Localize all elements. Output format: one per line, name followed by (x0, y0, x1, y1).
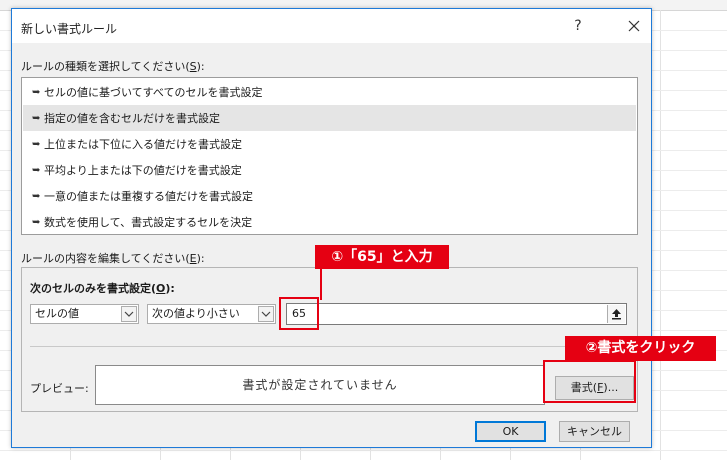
value-highlight-box (279, 297, 319, 330)
arrow-bullet-icon: ➥ (32, 112, 41, 124)
operator-select[interactable]: 次の値より小さい (147, 304, 276, 324)
operator-select-value: 次の値より小さい (152, 307, 240, 320)
step2-callout: ②書式をクリック (565, 336, 716, 361)
rule-type-item-selected[interactable]: ➥ 指定の値を含むセルだけを書式設定 (23, 105, 636, 131)
range-select-button[interactable] (607, 305, 625, 323)
rule-type-label: ルールの種類を選択してください(S): (21, 58, 205, 74)
close-button[interactable] (623, 15, 645, 37)
rule-type-item-label: 平均より上または下の値だけを書式設定 (44, 164, 242, 177)
rule-edit-label: ルールの内容を編集してください(E): (21, 250, 205, 266)
rule-type-item-label: セルの値に基づいてすべてのセルを書式設定 (44, 86, 263, 99)
cancel-button[interactable]: キャンセル (559, 421, 630, 442)
arrow-bullet-icon: ➥ (32, 86, 41, 98)
rule-type-item[interactable]: ➥ 数式を使用して、書式設定するセルを決定 (23, 209, 636, 235)
rule-type-label-text: ルールの種類を選択してください( (21, 60, 190, 73)
rule-type-item-label: 一意の値または重複する値だけを書式設定 (44, 190, 253, 203)
condition-label-suffix: ): (165, 282, 175, 295)
grid-line (660, 10, 661, 460)
rule-type-label-accesskey: S (189, 60, 197, 73)
callout-connector (320, 268, 322, 300)
rule-type-item[interactable]: ➥ 平均より上または下の値だけを書式設定 (23, 157, 636, 183)
ok-button[interactable]: OK (475, 421, 546, 442)
arrow-bullet-icon: ➥ (32, 190, 41, 202)
condition-label-text: 次のセルのみを書式設定( (30, 282, 157, 295)
step1-callout: ①「65」と入力 (315, 245, 449, 269)
rule-type-item[interactable]: ➥ セルの値に基づいてすべてのセルを書式設定 (23, 79, 636, 105)
chevron-down-icon[interactable] (258, 306, 274, 322)
rule-type-item[interactable]: ➥ 上位または下位に入る値だけを書式設定 (23, 131, 636, 157)
dialog-titlebar: 新しい書式ルール ? (12, 9, 651, 43)
condition-label: 次のセルのみを書式設定(O): (30, 280, 175, 296)
value-input[interactable]: 65 (286, 303, 627, 325)
format-highlight-box (543, 360, 636, 403)
rule-edit-label-accesskey: E (189, 252, 197, 265)
condition-label-accesskey: O (156, 282, 166, 295)
rule-type-label-suffix: ): (196, 60, 205, 73)
preview-label: プレビュー: (30, 382, 89, 395)
chevron-down-icon[interactable] (121, 306, 137, 322)
rule-edit-label-suffix: ): (196, 252, 205, 265)
grid-line (0, 450, 727, 451)
rule-edit-label-text: ルールの内容を編集してください( (21, 252, 190, 265)
arrow-bullet-icon: ➥ (32, 216, 41, 228)
rule-type-list[interactable]: ➥ セルの値に基づいてすべてのセルを書式設定 ➥ 指定の値を含むセルだけを書式設… (21, 77, 638, 235)
rule-type-item-label: 指定の値を含むセルだけを書式設定 (44, 112, 220, 125)
divider (30, 346, 629, 347)
preview-box: 書式が設定されていません (95, 365, 545, 405)
rule-type-item-label: 数式を使用して、書式設定するセルを決定 (44, 216, 253, 229)
field-select-value: セルの値 (35, 307, 79, 320)
rule-type-item-label: 上位または下位に入る値だけを書式設定 (44, 138, 242, 151)
arrow-bullet-icon: ➥ (32, 138, 41, 150)
arrow-bullet-icon: ➥ (32, 164, 41, 176)
close-icon (623, 15, 645, 37)
dialog-title: 新しい書式ルール (21, 22, 118, 36)
upload-arrow-icon (608, 305, 625, 323)
help-button[interactable]: ? (569, 17, 587, 35)
rule-type-item[interactable]: ➥ 一意の値または重複する値だけを書式設定 (23, 183, 636, 209)
field-select[interactable]: セルの値 (30, 304, 139, 324)
